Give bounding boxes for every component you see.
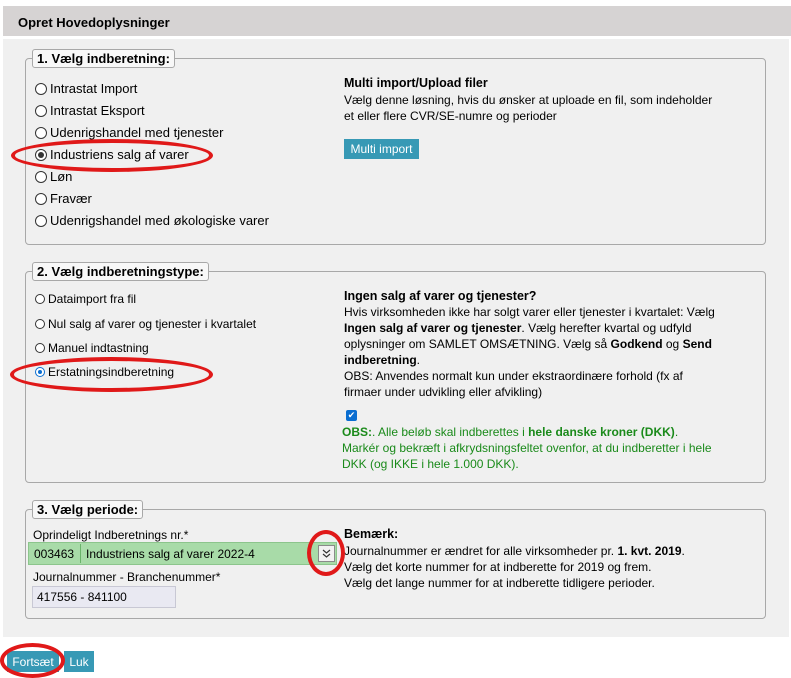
text-span: . <box>416 353 421 367</box>
radio-button[interactable] <box>35 104 47 117</box>
text-line: Markér og bekræft i afkrydsningsfeltet o… <box>342 441 712 455</box>
radio-industriens-salg[interactable]: Industriens salg af varer <box>35 147 189 162</box>
radio-label: Løn <box>50 169 73 184</box>
radio-fravaer[interactable]: Fravær <box>35 191 92 206</box>
continue-button[interactable]: Fortsæt <box>7 651 59 672</box>
text-span: . Vælg herefter kvartal og udfyld <box>521 321 692 335</box>
chevron-double-down-icon-svg <box>322 549 331 558</box>
radio-intrastat-import[interactable]: Intrastat Import <box>35 81 137 96</box>
journal-number-label: Journalnummer - Branchenummer* <box>33 570 221 584</box>
original-report-label: Oprindeligt Indberetnings nr.* <box>33 528 189 542</box>
radio-erstatningsindberetning[interactable]: Erstatningsindberetning <box>35 365 174 379</box>
radio-button[interactable] <box>35 192 47 205</box>
bold-text: Send <box>682 337 712 351</box>
text-span: . <box>681 544 685 558</box>
bold-text: Godkend <box>610 337 663 351</box>
text-span: og <box>662 337 683 351</box>
radio-dataimport[interactable]: Dataimport fra fil <box>35 292 136 306</box>
text-line: Vælg denne løsning, hvis du ønsker at up… <box>344 93 713 107</box>
radio-button[interactable] <box>35 343 45 353</box>
text-line: Vælg det lange nummer for at indberette … <box>344 576 655 590</box>
radio-button[interactable] <box>35 214 47 227</box>
no-sales-title: Ingen salg af varer og tjenester? <box>344 289 537 303</box>
multi-import-text: Vælg denne løsning, hvis du ønsker at up… <box>344 92 764 124</box>
no-sales-text: Hvis virksomheden ikke har solgt varer e… <box>344 304 764 400</box>
page-title: Opret Hovedoplysninger <box>3 6 791 36</box>
original-report-select[interactable]: 003463 Industriens salg af varer 2022-4 <box>28 542 337 565</box>
radio-manuel-indtastning[interactable]: Manuel indtastning <box>35 341 149 355</box>
radio-udenrigshandel-tjenester[interactable]: Udenrigshandel med tjenester <box>35 125 223 140</box>
radio-button[interactable] <box>35 126 47 139</box>
text-span: . <box>674 425 679 439</box>
radio-nul-salg[interactable]: Nul salg af varer og tjenester i kvartal… <box>35 317 256 331</box>
dkk-confirm-checkbox[interactable]: ✔ <box>346 410 357 421</box>
radio-label: Industriens salg af varer <box>50 147 189 162</box>
text-line: Ingen salg af varer og tjenester. Vælg h… <box>344 320 764 336</box>
radio-button-selected[interactable] <box>35 148 47 161</box>
note-title: Bemærk: <box>344 527 399 541</box>
obs-dkk-text: OBS:. Alle beløb skal indberettes i hele… <box>342 424 762 472</box>
bold-text: hele danske kroner (DKK) <box>528 425 675 439</box>
text-line: firmaer under udvikling eller afvikling) <box>344 385 543 399</box>
radio-label: Intrastat Import <box>50 81 138 96</box>
text-line: DKK (og IKKE i hele 1.000 DKK). <box>342 457 519 471</box>
note-text: Journalnummer er ændret for alle virksom… <box>344 543 764 591</box>
radio-label: Fravær <box>50 191 92 206</box>
radio-oekologiske-varer[interactable]: Udenrigshandel med økologiske varer <box>35 213 269 228</box>
text-line: Hvis virksomheden ikke har solgt varer e… <box>344 305 715 319</box>
bold-text: indberetning <box>344 353 417 367</box>
chevron-double-down-icon[interactable] <box>318 545 335 562</box>
radio-button[interactable] <box>35 82 47 95</box>
text-line: Journalnummer er ændret for alle virksom… <box>344 543 764 559</box>
radio-label: Dataimport fra fil <box>48 292 137 306</box>
section3-legend: 3. Vælg periode: <box>32 500 144 519</box>
radio-label: Intrastat Eksport <box>50 103 145 118</box>
radio-button[interactable] <box>35 294 45 304</box>
bold-text: Ingen salg af varer og tjenester <box>344 321 522 335</box>
text-line: OBS:. Alle beløb skal indberettes i hele… <box>342 424 762 440</box>
text-span: Journalnummer er ændret for alle virksom… <box>344 544 618 558</box>
text-line: Vælg det korte nummer for at indberette … <box>344 560 652 574</box>
radio-button[interactable] <box>35 170 47 183</box>
radio-button[interactable] <box>35 319 45 329</box>
radio-label: Udenrigshandel med økologiske varer <box>50 213 269 228</box>
radio-intrastat-eksport[interactable]: Intrastat Eksport <box>35 103 145 118</box>
radio-loen[interactable]: Løn <box>35 169 72 184</box>
text-span: oplysninger om SAMLET OMSÆTNING. Vælg så <box>344 337 611 351</box>
radio-label: Erstatningsindberetning <box>48 365 175 379</box>
bold-text: OBS: <box>342 425 372 439</box>
radio-button-selected[interactable] <box>35 367 45 377</box>
multi-import-button[interactable]: Multi import <box>344 139 419 159</box>
radio-label: Udenrigshandel med tjenester <box>50 125 224 140</box>
journal-number-field: 417556 - 841100 <box>32 586 176 608</box>
radio-label: Nul salg af varer og tjenester i kvartal… <box>48 317 257 331</box>
radio-label: Manuel indtastning <box>48 341 149 355</box>
text-line: indberetning. <box>344 352 764 368</box>
section1-legend: 1. Vælg indberetning: <box>32 49 175 68</box>
text-line: oplysninger om SAMLET OMSÆTNING. Vælg så… <box>344 336 764 352</box>
close-button[interactable]: Luk <box>64 651 94 672</box>
text-span: . Alle beløb skal indberettes i <box>372 425 529 439</box>
text-line: et eller flere CVR/SE-numre og perioder <box>344 109 557 123</box>
bold-text: 1. kvt. 2019 <box>617 544 682 558</box>
select-description: Industriens salg af varer 2022-4 <box>86 546 255 561</box>
text-line: OBS: Anvendes normalt kun under ekstraor… <box>344 369 683 383</box>
section2-legend: 2. Vælg indberetningstype: <box>32 262 209 281</box>
select-code: 003463 <box>34 546 75 561</box>
multi-import-title: Multi import/Upload filer <box>344 76 488 90</box>
